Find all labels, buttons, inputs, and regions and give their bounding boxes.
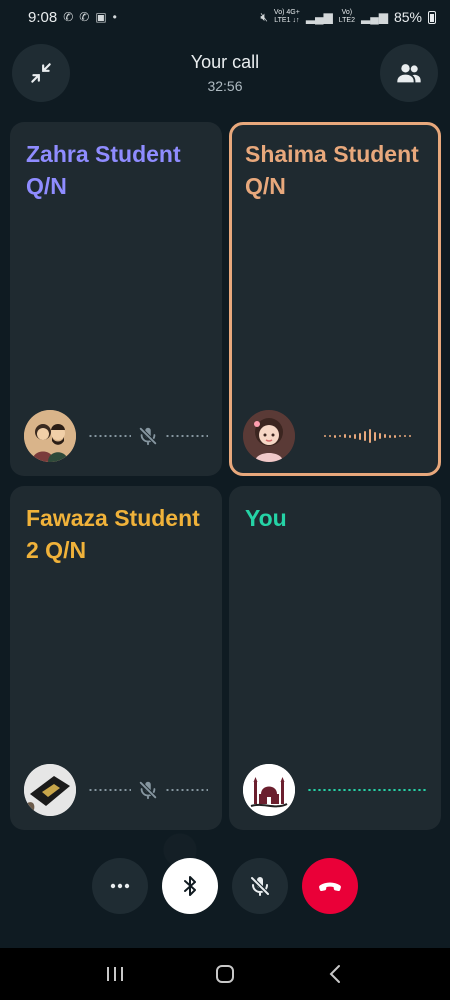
mic-muted-icon xyxy=(138,426,158,446)
call-header: Your call 32:56 xyxy=(0,44,450,104)
more-horizontal-icon xyxy=(110,883,130,889)
audio-dots xyxy=(165,789,208,791)
home-button[interactable] xyxy=(205,954,245,994)
avatar xyxy=(24,410,76,462)
participant-name: You xyxy=(245,505,287,531)
end-call-button[interactable] xyxy=(302,858,358,914)
network-lte1: Vo) 4G+ LTE1 ↓↑ xyxy=(273,9,300,24)
audio-dots xyxy=(88,435,131,437)
whatsapp-icon: ✆ xyxy=(63,10,74,24)
avatar xyxy=(243,764,295,816)
network-lte2: Vo) LTE2 xyxy=(338,9,355,24)
participants-button[interactable] xyxy=(380,44,438,102)
avatar xyxy=(24,764,76,816)
audio-dots xyxy=(307,789,427,791)
mic-muted-icon xyxy=(138,780,158,800)
quran-avatar-icon xyxy=(24,764,76,816)
couple-illustration-icon xyxy=(24,410,76,462)
mosque-avatar-icon xyxy=(243,764,295,816)
bluetooth-icon xyxy=(184,876,196,896)
bluetooth-button[interactable] xyxy=(162,858,218,914)
more-options-button[interactable] xyxy=(92,858,148,914)
signal-icon: ▂▄▆ xyxy=(305,10,333,24)
participant-name: Zahra Student Q/N xyxy=(26,141,181,199)
participant-tile-shaima[interactable]: Shaima Student Q/N xyxy=(229,122,441,476)
avatar xyxy=(243,410,295,462)
people-icon xyxy=(397,64,421,83)
participant-name: Shaima Student Q/N xyxy=(245,141,419,199)
mute-notifications-icon: 🔇︎ xyxy=(260,9,268,24)
status-bar: 9:08 ✆ ✆ ▣ • 🔇︎ Vo) 4G+ LTE1 ↓↑ ▂▄▆ Vo) LT… xyxy=(0,0,450,34)
recent-apps-button[interactable] xyxy=(95,954,135,994)
audio-dots xyxy=(165,435,208,437)
girl-avatar-icon xyxy=(243,410,295,462)
camera-icon: ▣ xyxy=(95,10,107,24)
battery-percent: 85% xyxy=(393,9,422,25)
whatsapp-icon: ✆ xyxy=(79,10,90,24)
participant-tile-fawaza[interactable]: Fawaza Student 2 Q/N xyxy=(10,486,222,830)
audio-waveform xyxy=(307,429,427,443)
recent-apps-icon xyxy=(107,967,123,981)
participant-tile-zahra[interactable]: Zahra Student Q/N xyxy=(10,122,222,476)
back-chevron-icon xyxy=(329,965,340,983)
call-controls xyxy=(0,858,450,916)
participant-tile-you[interactable]: You xyxy=(229,486,441,830)
mic-muted-icon xyxy=(250,876,270,896)
participant-name: Fawaza Student 2 Q/N xyxy=(26,505,200,563)
status-time: 9:08 xyxy=(28,8,58,26)
battery-icon xyxy=(428,10,436,24)
home-icon xyxy=(216,965,234,983)
mute-button[interactable] xyxy=(232,858,288,914)
system-navigation-bar xyxy=(0,948,450,1000)
hang-up-icon xyxy=(319,882,341,892)
notification-dot-icon: • xyxy=(112,10,117,24)
signal-icon: ▂▄▆ xyxy=(361,10,388,24)
back-button[interactable] xyxy=(315,954,355,994)
audio-dots xyxy=(88,789,131,791)
